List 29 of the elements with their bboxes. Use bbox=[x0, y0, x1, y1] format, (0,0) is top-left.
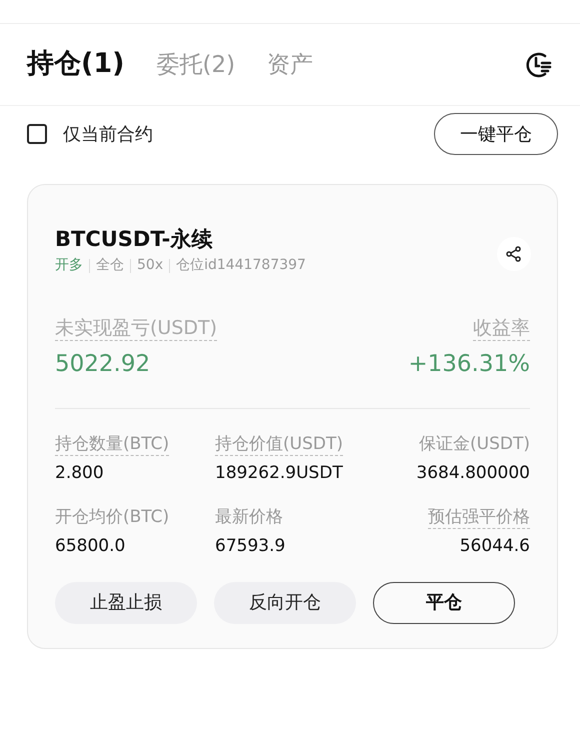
action-button[interactable]: 止盈止损 bbox=[55, 582, 197, 624]
position-tag: 仓位id1441787397 bbox=[176, 255, 306, 276]
checkbox[interactable] bbox=[27, 124, 47, 144]
close-all-button[interactable]: 一键平仓 bbox=[434, 113, 558, 155]
field-label: 持仓价值(USDT) bbox=[215, 432, 343, 456]
field-label: 最新价格 bbox=[215, 506, 283, 529]
field-label: 预估强平价格 bbox=[428, 506, 530, 529]
field-value: 2.800 bbox=[55, 462, 104, 484]
field-label: 持仓数量(BTC) bbox=[55, 432, 170, 456]
pnl-value: 5022.92 bbox=[55, 350, 152, 379]
field-value: 65800.0 bbox=[55, 535, 126, 558]
action-button[interactable]: 反向开仓 bbox=[214, 582, 356, 624]
tab[interactable]: 持仓(1) bbox=[27, 44, 124, 85]
field-label: 开仓均价(BTC) bbox=[55, 506, 170, 529]
field-value: 189262.9USDT bbox=[215, 462, 343, 484]
roi-label: 收益率 bbox=[473, 316, 530, 341]
position-tag: 50x bbox=[137, 255, 164, 276]
position-tag: 全仓 bbox=[96, 255, 124, 276]
share-icon[interactable] bbox=[497, 237, 531, 271]
action-button[interactable]: 平仓 bbox=[373, 582, 515, 624]
filter-label: 仅当前合约 bbox=[63, 122, 153, 146]
position-tag: 开多 bbox=[55, 255, 83, 276]
symbol-title: BTCUSDT-永续 bbox=[55, 226, 214, 253]
roi-value: +136.31% bbox=[408, 350, 530, 379]
pnl-label: 未实现盈亏(USDT) bbox=[55, 316, 218, 341]
field-value: 3684.800000 bbox=[416, 462, 530, 484]
field-label: 保证金(USDT) bbox=[419, 432, 530, 456]
field-value: 67593.9 bbox=[215, 535, 286, 558]
field-value: 56044.6 bbox=[460, 535, 530, 558]
